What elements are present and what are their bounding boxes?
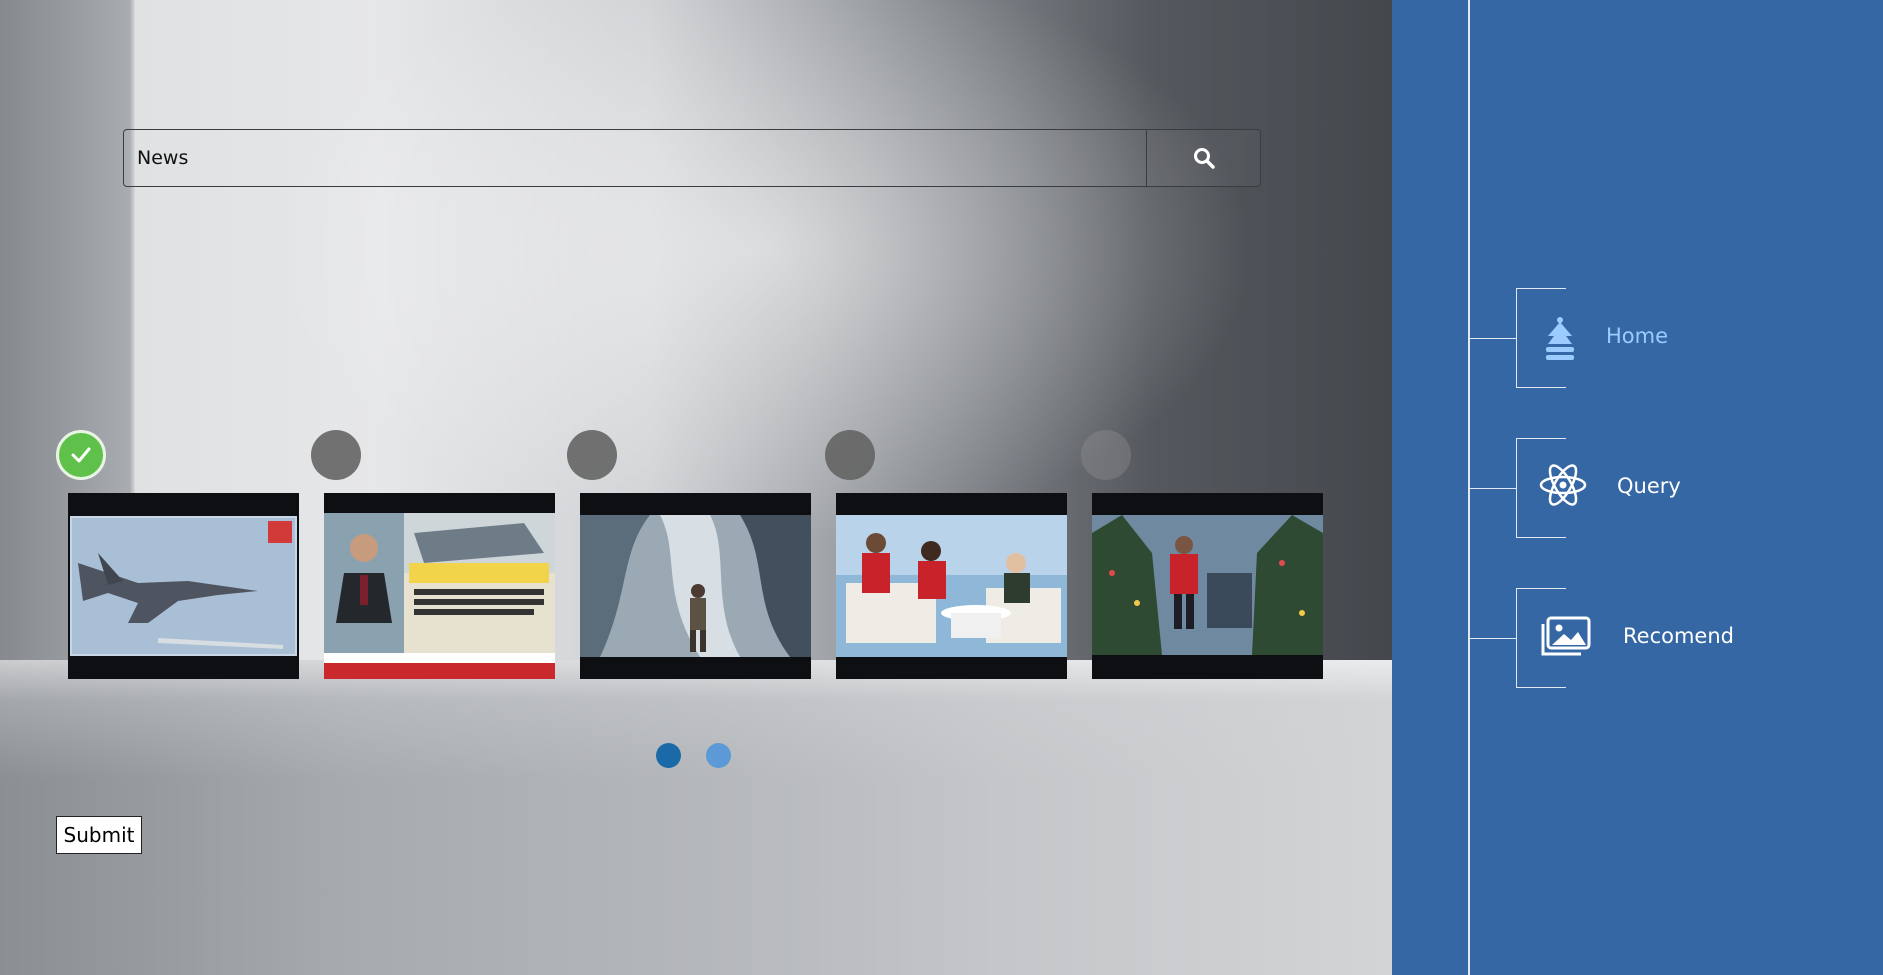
checkmark-icon <box>71 447 91 463</box>
sidebar-item-query[interactable]: Query <box>1468 438 1883 540</box>
video-thumbnail-5[interactable] <box>1092 493 1323 679</box>
sidebar-item-query-label: Query <box>1617 474 1681 498</box>
video-thumbnail-1[interactable] <box>68 493 299 679</box>
carousel-page-dot-1[interactable] <box>656 743 681 768</box>
sidebar-item-recomend-label: Recomend <box>1623 624 1734 648</box>
sidebar: Home Query Recomend <box>1392 0 1883 975</box>
submit-button[interactable]: Submit <box>56 816 142 854</box>
thumbnail-3-image <box>580 493 811 679</box>
thumbnail-1-select-toggle[interactable] <box>56 430 106 480</box>
thumbnail-5-image <box>1092 493 1323 679</box>
connector-line <box>1468 338 1516 339</box>
thumbnail-3-select-toggle[interactable] <box>567 430 617 480</box>
video-thumbnail-2[interactable] <box>324 493 555 679</box>
connector-line <box>1468 488 1516 489</box>
query-atom-icon <box>1539 464 1587 506</box>
video-thumbnail-4[interactable] <box>836 493 1067 679</box>
video-thumbnail-3[interactable] <box>580 493 811 679</box>
connector-line <box>1468 638 1516 639</box>
sidebar-item-home[interactable]: Home <box>1468 288 1883 390</box>
carousel-page-dot-2[interactable] <box>706 743 731 768</box>
sidebar-item-recomend[interactable]: Recomend <box>1468 588 1883 690</box>
sidebar-item-home-label: Home <box>1606 324 1669 348</box>
thumbnail-1-image <box>68 493 299 679</box>
video-carousel <box>0 0 1392 975</box>
app-root: Submit Home Query <box>0 0 1883 975</box>
home-icon <box>1546 317 1574 360</box>
thumbnail-2-image <box>324 493 555 679</box>
images-icon <box>1541 616 1591 656</box>
thumbnail-4-select-toggle[interactable] <box>825 430 875 480</box>
thumbnail-2-select-toggle[interactable] <box>311 430 361 480</box>
thumbnail-4-image <box>836 493 1067 679</box>
thumbnail-5-select-toggle[interactable] <box>1081 430 1131 480</box>
